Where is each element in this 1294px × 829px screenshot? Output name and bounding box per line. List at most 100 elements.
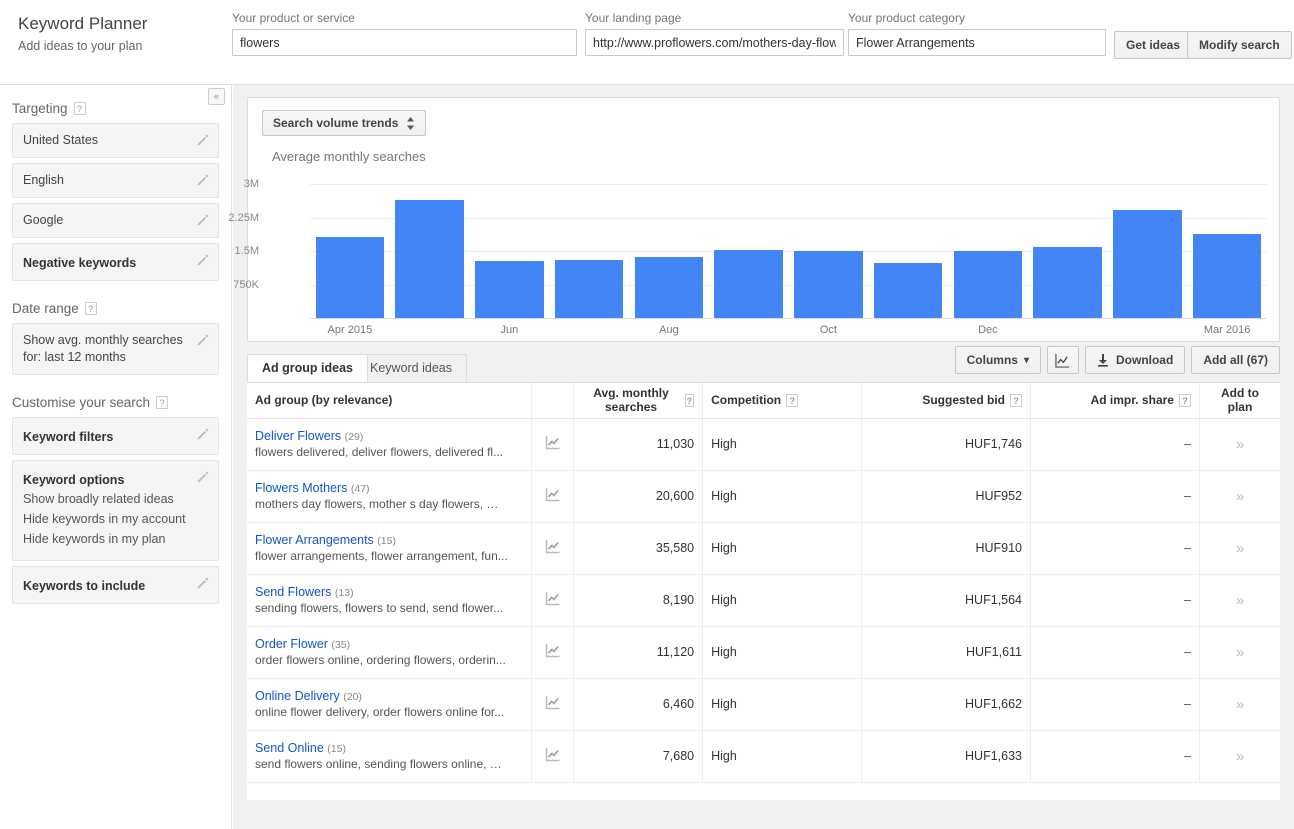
add-to-plan-button[interactable]: » — [1199, 678, 1280, 731]
date-range-value: Show avg. monthly searches for: last 12 … — [23, 333, 183, 364]
download-label: Download — [1115, 353, 1174, 367]
sidebar-item-keyword-filters[interactable]: Keyword filters — [12, 417, 219, 455]
modify-search-button[interactable]: Modify search — [1187, 31, 1292, 59]
add-to-plan-button[interactable]: » — [1199, 626, 1280, 679]
help-icon[interactable]: ? — [684, 393, 695, 407]
cell-trend-icon[interactable] — [531, 730, 575, 783]
add-all-button[interactable]: Add all (67) — [1191, 346, 1280, 374]
table-row[interactable]: Flower Arrangements (15) flower arrangeme… — [247, 522, 1280, 575]
sidebar-item-keyword-options[interactable]: Keyword options Show broadly related ide… — [12, 460, 219, 561]
ad-group-keywords: mothers day flowers, mother s day flower… — [255, 497, 499, 511]
cell-ad-group[interactable]: Flowers Mothers (47) mothers day flowers,… — [247, 470, 533, 523]
ad-group-link[interactable]: Send Online — [255, 741, 324, 755]
cell-ad-group[interactable]: Flower Arrangements (15) flower arrangeme… — [247, 522, 533, 575]
ad-group-link[interactable]: Deliver Flowers — [255, 429, 341, 443]
field-landing-page: Your landing page — [585, 11, 844, 56]
chart-bar[interactable] — [475, 261, 544, 318]
ad-group-link[interactable]: Online Delivery — [255, 689, 340, 703]
cell-avg-monthly-searches: 6,460 — [573, 678, 704, 731]
ad-group-keyword-count: (13) — [334, 587, 354, 599]
ad-group-link[interactable]: Flowers Mothers — [255, 481, 347, 495]
cell-trend-icon[interactable] — [531, 470, 575, 523]
cell-avg-monthly-searches: 11,030 — [573, 418, 704, 471]
chart-bar[interactable] — [1192, 233, 1262, 318]
landing-page-input[interactable] — [585, 29, 844, 56]
help-icon[interactable]: ? — [786, 393, 799, 407]
add-to-plan-button[interactable]: » — [1199, 470, 1280, 523]
add-to-plan-button[interactable]: » — [1199, 522, 1280, 575]
table-body: Deliver Flowers (29) flowers delivered, d… — [247, 418, 1280, 783]
cell-trend-icon[interactable] — [531, 626, 575, 679]
graph-view-button[interactable] — [1046, 346, 1079, 374]
help-icon[interactable]: ? — [1010, 393, 1022, 407]
add-to-plan-button[interactable]: » — [1199, 730, 1280, 783]
cell-ad-impr-share: – — [1030, 574, 1200, 627]
chart-bar[interactable] — [315, 236, 385, 318]
th-ad-impr-share[interactable]: Ad impr. share ? — [1030, 383, 1200, 419]
y-axis-tick-label: 750K — [233, 278, 259, 291]
table-row[interactable]: Flowers Mothers (47) mothers day flowers,… — [247, 470, 1280, 523]
cell-ad-group[interactable]: Online Delivery (20) online flower delive… — [247, 678, 533, 731]
chart-bar[interactable] — [714, 249, 783, 318]
cell-trend-icon[interactable] — [531, 418, 575, 471]
help-icon[interactable]: ? — [73, 102, 86, 115]
columns-button[interactable]: Columns ▾ — [954, 346, 1041, 374]
cell-competition: High — [702, 626, 863, 679]
download-button[interactable]: Download — [1084, 346, 1186, 374]
keyword-option-hide-account: Hide keywords in my account — [23, 512, 186, 526]
cell-ad-group[interactable]: Order Flower (35) order flowers online, o… — [247, 626, 533, 679]
cell-trend-icon[interactable] — [531, 522, 575, 575]
chart-bar[interactable] — [1033, 246, 1102, 318]
ad-group-link[interactable]: Flower Arrangements — [255, 533, 374, 547]
sidebar-item-keywords-to-include[interactable]: Keywords to include — [12, 566, 219, 604]
chart-bar[interactable] — [873, 262, 943, 318]
table-row[interactable]: Order Flower (35) order flowers online, o… — [247, 626, 1280, 679]
th-competition-label: Competition — [711, 393, 782, 408]
product-or-service-input[interactable] — [232, 29, 577, 56]
collapse-sidebar-icon[interactable]: « — [208, 88, 225, 105]
table-row[interactable]: Deliver Flowers (29) flowers delivered, d… — [247, 418, 1280, 471]
sidebar-item-network[interactable]: Google — [12, 203, 219, 238]
cell-trend-icon[interactable] — [531, 678, 575, 731]
th-competition[interactable]: Competition ? — [702, 383, 863, 419]
table-row[interactable]: Send Flowers (13) sending flowers, flower… — [247, 574, 1280, 627]
th-ad-group[interactable]: Ad group (by relevance) — [247, 383, 533, 419]
chart-bar[interactable] — [554, 260, 624, 318]
cell-ad-impr-share: – — [1030, 626, 1200, 679]
field-label-product-or-service: Your product or service — [232, 11, 355, 25]
help-icon[interactable]: ? — [84, 302, 97, 315]
tab-keyword-ideas[interactable]: Keyword ideas — [355, 354, 467, 382]
tab-ad-group-ideas[interactable]: Ad group ideas — [247, 354, 368, 382]
table-row[interactable]: Send Online (15) send flowers online, sen… — [247, 730, 1280, 783]
ad-group-link[interactable]: Order Flower — [255, 637, 328, 651]
th-add-to-plan-label: Add to plan — [1220, 386, 1259, 415]
cell-trend-icon[interactable] — [531, 574, 575, 627]
cell-ad-group[interactable]: Deliver Flowers (29) flowers delivered, d… — [247, 418, 533, 471]
chart-bar[interactable] — [395, 200, 464, 318]
get-ideas-button[interactable]: Get ideas — [1114, 31, 1193, 59]
chart-bar[interactable] — [953, 251, 1023, 318]
add-to-plan-button[interactable]: » — [1199, 574, 1280, 627]
th-suggested-bid[interactable]: Suggested bid ? — [861, 383, 1031, 419]
product-category-input[interactable] — [848, 29, 1106, 56]
field-label-product-category: Your product category — [848, 11, 965, 25]
table-row[interactable]: Online Delivery (20) online flower delive… — [247, 678, 1280, 731]
chart-bar[interactable] — [794, 250, 863, 318]
pencil-icon — [197, 334, 209, 346]
chart-bar[interactable] — [634, 257, 704, 318]
cell-ad-group[interactable]: Send Online (15) send flowers online, sen… — [247, 730, 533, 783]
sidebar-item-language[interactable]: English — [12, 163, 219, 198]
search-volume-chart-panel: Search volume trends Average monthly sea… — [228, 97, 1280, 342]
add-to-plan-button[interactable]: » — [1199, 418, 1280, 471]
sidebar-item-date-range[interactable]: Show avg. monthly searches for: last 12 … — [12, 323, 219, 375]
sidebar-item-negative-keywords[interactable]: Negative keywords — [12, 243, 219, 281]
sidebar-item-location[interactable]: United States — [12, 123, 219, 158]
ad-group-link[interactable]: Send Flowers — [255, 585, 331, 599]
th-avg-monthly-searches[interactable]: Avg. monthly searches ? — [573, 383, 704, 419]
help-icon[interactable]: ? — [156, 396, 169, 409]
cell-ad-group[interactable]: Send Flowers (13) sending flowers, flower… — [247, 574, 533, 627]
help-icon[interactable]: ? — [1178, 393, 1191, 407]
sort-arrows-icon — [407, 116, 415, 130]
chart-metric-selector[interactable]: Search volume trends — [262, 110, 427, 136]
chart-bar[interactable] — [1113, 209, 1182, 318]
